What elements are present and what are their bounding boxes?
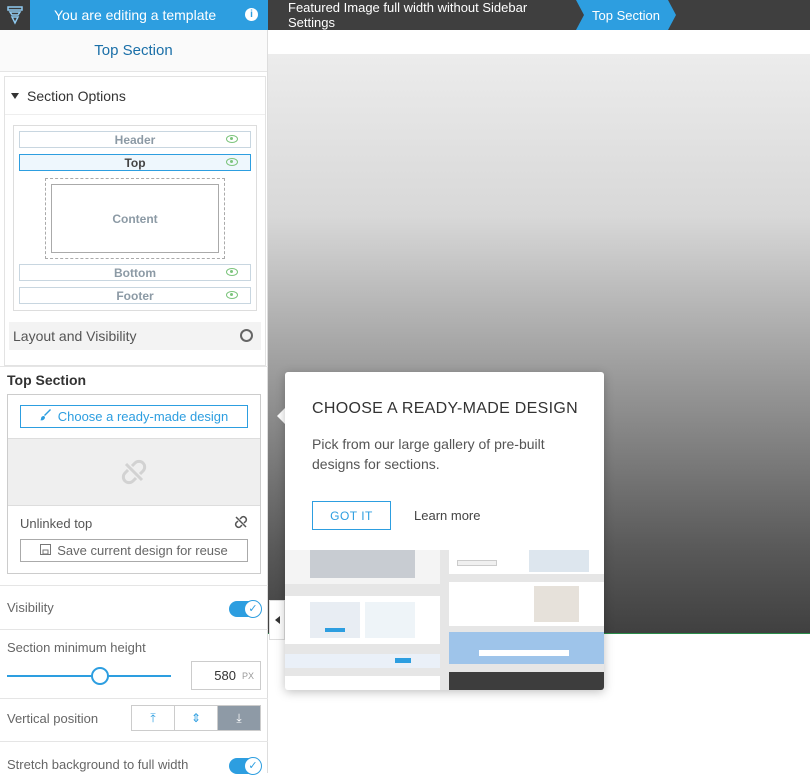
section-options-header[interactable]: Section Options	[5, 77, 265, 115]
gallery-thumbnail	[285, 676, 440, 690]
slot-top-label: Top	[124, 155, 146, 170]
gallery-thumbnail	[449, 672, 604, 690]
design-box: Choose a ready-made design Unlinked top …	[7, 394, 261, 574]
slot-header[interactable]: Header	[19, 131, 251, 148]
save-icon	[40, 543, 52, 558]
min-height-label: Section minimum height	[7, 640, 146, 655]
vertical-position-group: ⤒ ⇕ ⤓	[131, 705, 261, 731]
layout-visibility-row[interactable]: Layout and Visibility	[9, 322, 261, 350]
gallery-thumbnail	[449, 582, 604, 626]
slot-bottom-label: Bottom	[114, 265, 156, 280]
caret-down-icon	[11, 92, 19, 99]
slot-header-label: Header	[114, 132, 156, 147]
stretch-background-toggle[interactable]: ✓	[229, 757, 262, 775]
slot-footer[interactable]: Footer	[19, 287, 251, 304]
choose-design-label: Choose a ready-made design	[57, 409, 229, 424]
paintbrush-icon	[39, 409, 52, 424]
section-options-title: Section Options	[27, 87, 126, 104]
breadcrumb-template-settings[interactable]: Featured Image full width without Sideba…	[268, 0, 576, 30]
vertical-position-label: Vertical position	[7, 711, 99, 726]
eye-icon[interactable]	[226, 291, 238, 299]
editing-label: You are editing a template	[54, 7, 217, 23]
gallery-thumbnail	[285, 654, 440, 668]
popup-title: CHOOSE A READY-MADE DESIGN	[312, 400, 578, 417]
divider	[0, 741, 268, 742]
top-bar: You are editing a template i Featured Im…	[0, 0, 810, 30]
slot-footer-label: Footer	[116, 288, 154, 303]
gallery-thumbnail	[285, 596, 440, 644]
unit-label: PX	[241, 670, 254, 681]
divider	[0, 698, 268, 699]
eye-icon[interactable]	[226, 158, 238, 166]
eye-icon[interactable]	[226, 135, 238, 143]
divider	[0, 629, 268, 630]
save-design-button[interactable]: Save current design for reuse	[20, 539, 248, 562]
design-preview	[8, 438, 260, 506]
chevron-left-icon	[274, 616, 280, 624]
choose-design-button[interactable]: Choose a ready-made design	[20, 405, 248, 428]
design-gallery-preview	[285, 550, 604, 690]
breadcrumb-top-section[interactable]: Top Section	[576, 0, 676, 30]
slot-content-wrapper: Content	[45, 178, 225, 259]
slot-top[interactable]: Top	[19, 154, 251, 171]
learn-more-link[interactable]: Learn more	[414, 508, 480, 523]
got-it-button[interactable]: GOT IT	[312, 501, 391, 530]
save-design-label: Save current design for reuse	[57, 543, 228, 558]
layout-diagram: Header Top Content Bottom Footer	[13, 125, 257, 311]
unlink-icon[interactable]	[234, 515, 248, 532]
eye-icon[interactable]	[226, 268, 238, 276]
slot-content[interactable]: Content	[51, 184, 219, 253]
settings-sidebar: Top Section Section Options Header Top C…	[0, 30, 268, 775]
divider	[0, 366, 268, 367]
visibility-label: Visibility	[7, 600, 54, 615]
design-tip-popup: CHOOSE A READY-MADE DESIGN Pick from our…	[285, 372, 604, 690]
min-height-input[interactable]: 580 PX	[191, 661, 261, 690]
panel-title: Top Section	[0, 30, 267, 72]
gallery-thumbnail	[449, 632, 604, 664]
check-icon: ✓	[244, 757, 262, 775]
canvas-top-strip	[268, 30, 810, 54]
popup-body: Pick from our large gallery of pre-built…	[312, 436, 545, 472]
align-top-button[interactable]: ⤒	[132, 706, 175, 730]
slider-handle[interactable]	[91, 667, 110, 685]
gear-icon[interactable]	[240, 329, 253, 342]
broken-link-icon	[121, 459, 147, 485]
divider	[0, 585, 268, 586]
min-height-slider[interactable]	[7, 667, 171, 685]
gallery-thumbnail	[285, 550, 440, 584]
section-options-panel: Section Options Header Top Content Botto…	[4, 76, 266, 366]
layout-visibility-label: Layout and Visibility	[13, 328, 137, 344]
align-middle-button[interactable]: ⇕	[175, 706, 218, 730]
logo-icon[interactable]	[0, 0, 30, 30]
slot-content-label: Content	[112, 211, 158, 226]
collapse-sidebar-button[interactable]	[269, 600, 285, 640]
editing-template-banner: You are editing a template i	[30, 0, 268, 30]
visibility-toggle[interactable]: ✓	[229, 600, 262, 618]
unlinked-label: Unlinked top	[20, 516, 93, 531]
align-bottom-button[interactable]: ⤓	[218, 706, 260, 730]
info-icon[interactable]: i	[245, 8, 258, 21]
check-icon: ✓	[244, 600, 262, 618]
min-height-value: 580	[214, 668, 236, 683]
stretch-background-label: Stretch background to full width	[7, 757, 189, 772]
slot-bottom[interactable]: Bottom	[19, 264, 251, 281]
top-section-label: Top Section	[7, 372, 87, 388]
gallery-thumbnail	[449, 550, 604, 574]
